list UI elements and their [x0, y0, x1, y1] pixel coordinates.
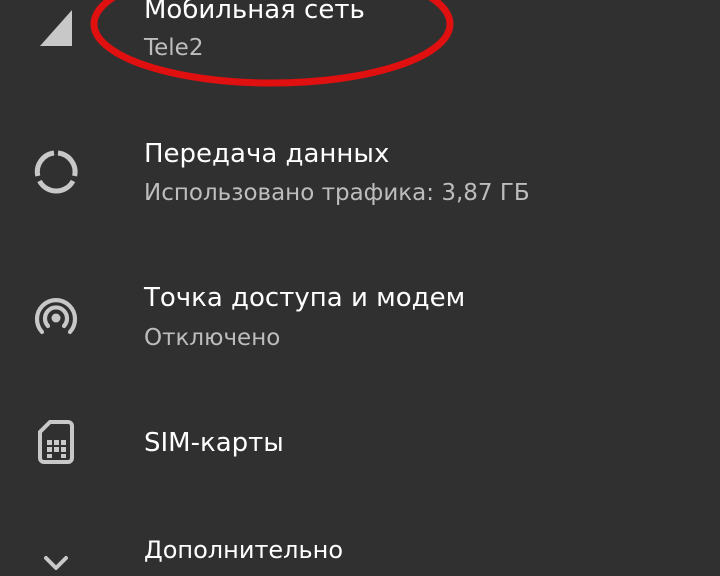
signal-icon	[32, 2, 80, 50]
settings-item-mobile-network[interactable]: Мобильная сеть Tele2	[0, 0, 720, 110]
hotspot-icon	[32, 293, 80, 341]
sim-card-icon	[32, 418, 80, 466]
settings-item-title: SIM-карты	[144, 428, 284, 458]
settings-item-subtitle: Tele2	[144, 35, 204, 61]
settings-item-title: Дополнительно	[144, 536, 344, 564]
settings-item-title: Мобильная сеть	[144, 0, 365, 25]
settings-item-title: Передача данных	[144, 139, 390, 169]
data-usage-icon	[32, 148, 80, 196]
settings-item-data-usage[interactable]: Передача данных Использовано трафика: 3,…	[0, 110, 720, 255]
settings-item-advanced[interactable]: Дополнительно	[0, 510, 720, 576]
settings-item-sim-cards[interactable]: SIM-карты	[0, 400, 720, 510]
settings-item-subtitle: Использовано трафика: 3,87 ГБ	[144, 180, 530, 206]
settings-item-hotspot[interactable]: Точка доступа и модем Отключено	[0, 255, 720, 400]
settings-item-subtitle: Отключено	[144, 325, 281, 351]
chevron-down-icon	[32, 544, 80, 576]
settings-item-title: Точка доступа и модем	[144, 283, 466, 313]
